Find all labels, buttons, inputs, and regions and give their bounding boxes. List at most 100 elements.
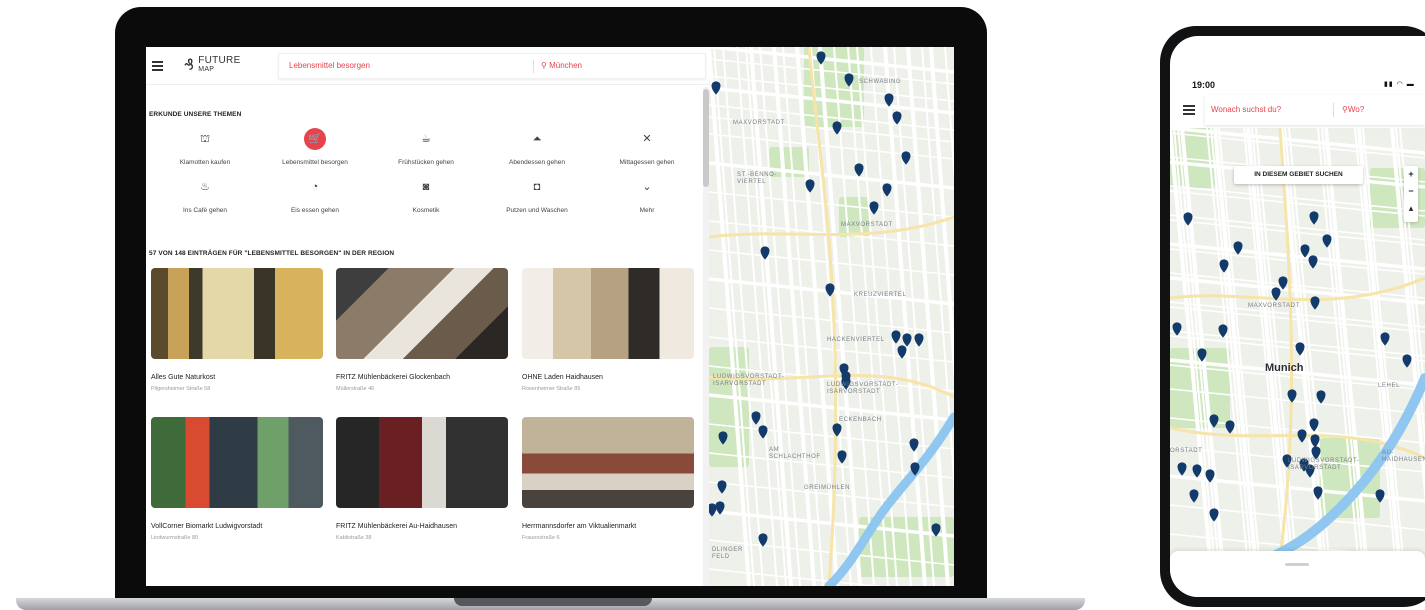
- topic-cutlery[interactable]: ✕ Mittagessen gehen: [593, 128, 701, 180]
- map-area-label: HACKENVIERTEL: [827, 337, 885, 343]
- location-pin-icon: ⚲: [541, 61, 550, 70]
- phone-search-where-input[interactable]: ⚲Wo?: [1342, 105, 1364, 114]
- cutlery-icon: ✕: [642, 133, 652, 145]
- result-title[interactable]: FRITZ Mühlenbäckerei Au-Haidhausen: [336, 523, 508, 530]
- menu-icon[interactable]: [152, 61, 163, 71]
- phone-top-bar: Wonach suchst du? ⚲Wo?: [1170, 92, 1425, 132]
- result-title[interactable]: FRITZ Mühlenbäckerei Glockenbach: [336, 374, 508, 381]
- chevron-down-icon: ⌄: [642, 181, 652, 193]
- app-panel: ₰ FUTURE MAP Lebensmittel besorgen ⚲ Mün…: [146, 47, 709, 586]
- logo-line-2: MAP: [198, 66, 215, 73]
- result-address: Kablistraße 38: [336, 535, 372, 541]
- bottom-sheet[interactable]: [1170, 551, 1425, 597]
- topic-shop[interactable]: ⛫ Klamotten kaufen: [151, 128, 259, 180]
- sheet-handle[interactable]: [1285, 563, 1309, 566]
- result-card[interactable]: OHNE Laden Haidhausen Rosenheimer Straße …: [522, 268, 694, 392]
- map-area-label: LUDWIGSVORSTADT-ISARVORSTADT: [713, 374, 785, 387]
- result-title[interactable]: Alles Gute Naturkost: [151, 374, 323, 381]
- park-area: [839, 197, 869, 237]
- coffee-icon: ☕: [421, 133, 431, 145]
- battery-icon: ▬: [1406, 81, 1415, 88]
- result-card[interactable]: FRITZ Mühlenbäckerei Au-Haidhausen Kablis…: [336, 417, 508, 541]
- result-photo[interactable]: [522, 417, 694, 508]
- result-card[interactable]: VollCorner Biomarkt Ludwigvorstadt Lindwu…: [151, 417, 323, 541]
- topic-washing[interactable]: ◘ Putzen und Waschen: [483, 176, 591, 228]
- map-area-label: KREUZVIERTEL: [854, 292, 907, 298]
- topic-label: Putzen und Waschen: [506, 207, 568, 214]
- search-divider: [533, 60, 534, 73]
- search-what-input[interactable]: Lebensmittel besorgen: [289, 61, 370, 70]
- result-address: Pilgersheimer Straße 58: [151, 386, 211, 392]
- status-icons: ▮▮ ◠ ▬: [1384, 80, 1415, 88]
- topic-chevron-down[interactable]: ⌄ Mehr: [593, 176, 701, 228]
- zoom-out-button[interactable]: −: [1404, 183, 1418, 200]
- phone-map-view[interactable]: MAXVORSTADT LEHEL LUDWIGSVORSTADT-ISARVORS…: [1170, 128, 1425, 558]
- topic-cart[interactable]: 🛒 Lebensmittel besorgen: [261, 128, 369, 180]
- cart-icon: 🛒: [304, 128, 326, 150]
- result-card[interactable]: FRITZ Mühlenbäckerei Glockenbach Müllerst…: [336, 268, 508, 392]
- search-where-input[interactable]: ⚲ München: [541, 61, 582, 70]
- result-address: Lindwurmstraße 80: [151, 535, 199, 541]
- map-area-label: MAXVORSTADT: [841, 222, 893, 228]
- result-card[interactable]: Alles Gute Naturkost Pilgersheimer Straße…: [151, 268, 323, 392]
- menu-icon[interactable]: [1183, 105, 1195, 115]
- map-area-label: LUDWIGSVORSTADT-ISARVORSTADT: [1288, 458, 1360, 471]
- result-photo[interactable]: [336, 417, 508, 508]
- shop-icon: ⛫: [199, 133, 211, 145]
- topic-label: Kosmetik: [412, 207, 440, 214]
- topic-cake[interactable]: ♨ Ins Café gehen: [151, 176, 259, 228]
- map-canvas: [1170, 128, 1425, 558]
- map-area-label: AM SCHLACHTHOF: [769, 447, 821, 460]
- zoom-controls: + − ▴: [1404, 166, 1418, 222]
- zoom-in-button[interactable]: +: [1404, 166, 1418, 183]
- dinner-icon: ⏶: [532, 133, 542, 145]
- result-title[interactable]: VollCorner Biomarkt Ludwigvorstadt: [151, 523, 323, 530]
- results-heading: 57 VON 148 EINTRÄGEN FÜR "LEBENSMITTEL B…: [149, 250, 395, 257]
- city-label: Munich: [1265, 362, 1304, 374]
- logo-mark-icon: ₰: [184, 55, 195, 74]
- result-photo[interactable]: [336, 268, 508, 359]
- topic-label: Frühstücken gehen: [398, 159, 454, 166]
- result-photo[interactable]: [151, 417, 323, 508]
- topic-dinner[interactable]: ⏶ Abendessen gehen: [483, 128, 591, 180]
- phone-search-where-text: Wo?: [1347, 105, 1365, 114]
- cosmetics-icon: ◙: [422, 181, 430, 193]
- topic-coffee[interactable]: ☕ Frühstücken gehen: [372, 128, 480, 180]
- status-time: 19:00: [1192, 80, 1216, 90]
- map-area-label: ORSTADT: [1170, 448, 1203, 454]
- map-area-label: MAXVORSTADT: [733, 120, 785, 126]
- phone-search-what-input[interactable]: Wonach suchst du?: [1211, 105, 1281, 114]
- icecream-icon: ◔: [311, 181, 319, 193]
- wifi-icon: ◠: [1396, 81, 1404, 88]
- result-card[interactable]: Herrmannsdorfer am Viktualienmarkt Frauen…: [522, 417, 694, 541]
- result-photo[interactable]: [151, 268, 323, 359]
- phone-search-bar: Wonach suchst du? ⚲Wo?: [1205, 95, 1425, 125]
- map-area-label: GREIMÜHLEN: [804, 485, 851, 491]
- future-map-logo[interactable]: ₰ FUTURE MAP: [184, 56, 241, 74]
- map-view[interactable]: SCHWABING MAXVORSTADT ST.-BENNO-VIERTEL MAX…: [709, 47, 954, 586]
- map-area-label: LUDWIGSVORSTADT-ISARVORSTADT: [827, 382, 899, 395]
- signal-icon: ▮▮: [1384, 81, 1394, 88]
- result-title[interactable]: OHNE Laden Haidhausen: [522, 374, 694, 381]
- topic-icecream[interactable]: ◔ Eis essen gehen: [261, 176, 369, 228]
- search-bar: Lebensmittel besorgen ⚲ München: [278, 53, 706, 79]
- compass-button[interactable]: ▴: [1404, 200, 1418, 217]
- laptop-notch: [454, 598, 652, 606]
- search-where-text: München: [549, 61, 583, 70]
- topic-label: Lebensmittel besorgen: [282, 159, 348, 166]
- laptop-screen: ₰ FUTURE MAP Lebensmittel besorgen ⚲ Mün…: [146, 47, 954, 586]
- search-area-button[interactable]: IN DIESEM GEBIET SUCHEN: [1234, 166, 1363, 184]
- topic-label: Klamotten kaufen: [179, 159, 231, 166]
- top-bar: ₰ FUTURE MAP Lebensmittel besorgen ⚲ Mün…: [146, 47, 709, 85]
- topic-label: Mehr: [639, 207, 655, 214]
- phone-screen: MAXVORSTADT LEHEL LUDWIGSVORSTADT-ISARVORS…: [1170, 36, 1425, 597]
- result-address: Frauenstraße 6: [522, 535, 560, 541]
- topics-heading: ERKUNDE UNSERE THEMEN: [149, 111, 242, 118]
- map-area-label: ST.-BENNO-VIERTEL: [737, 172, 778, 185]
- result-title[interactable]: Herrmannsdorfer am Viktualienmarkt: [522, 523, 694, 530]
- phone-search-divider: [1333, 103, 1334, 117]
- result-photo[interactable]: [522, 268, 694, 359]
- topic-cosmetics[interactable]: ◙ Kosmetik: [372, 176, 480, 228]
- result-address: Rosenheimer Straße 85: [522, 386, 581, 392]
- logo-text: FUTURE MAP: [198, 56, 240, 74]
